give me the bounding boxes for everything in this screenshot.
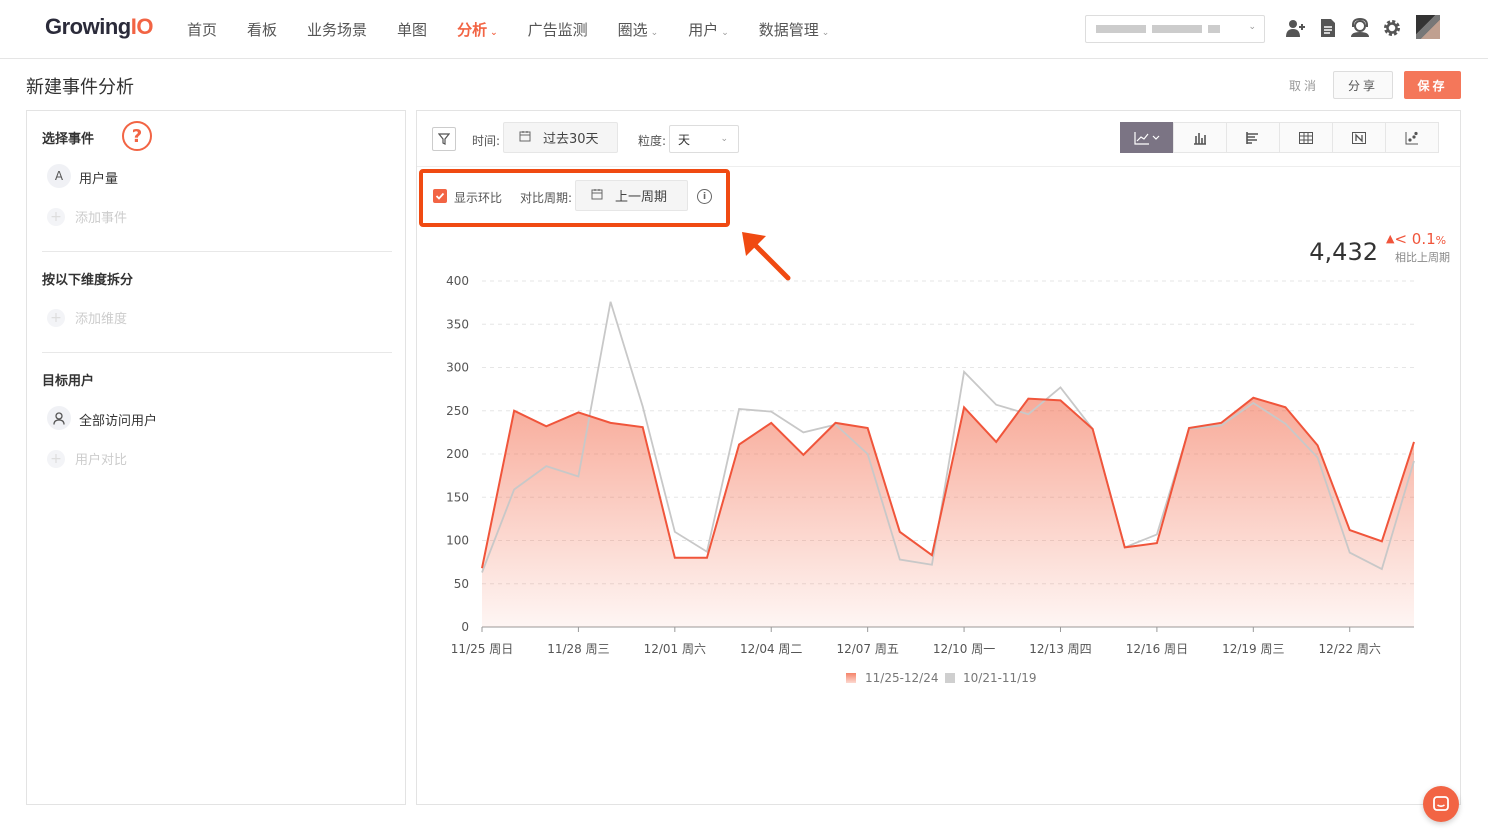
number-icon[interactable] (1332, 122, 1386, 153)
nav-item[interactable]: 数据管理 ⌄ (759, 19, 830, 40)
chevron-down-icon: ⌄ (720, 134, 728, 144)
chevron-down-icon: ⌄ (821, 27, 830, 38)
nav-item[interactable]: 圈选 ⌄ (618, 19, 659, 40)
granularity-select[interactable]: 天 ⌄ (669, 125, 739, 153)
time-label: 时间: (472, 134, 501, 148)
share-button[interactable]: 分享 (1333, 71, 1393, 99)
x-tick-label: 12/07 周五 (836, 642, 898, 656)
line-area-chart: 0 50 100 150 200 250 300 350 400 11/25 周日 11/28 周三… (446, 274, 1415, 685)
avatar[interactable] (1416, 15, 1440, 39)
legend-swatch-current (846, 673, 856, 683)
nav-item[interactable]: 单图 (397, 19, 427, 40)
dimension-section-title: 按以下维度拆分 (42, 273, 134, 288)
horizontal-bar-icon[interactable] (1226, 122, 1280, 153)
y-tick-label: 0 (461, 620, 469, 634)
chevron-down-icon: ⌄ (490, 27, 498, 38)
plus-icon: + (47, 449, 65, 468)
page-title: 新建事件分析 (26, 77, 134, 98)
time-range-picker[interactable]: 过去30天 (503, 122, 618, 153)
chart-type-switcher (1120, 122, 1439, 153)
target-section-title: 目标用户 (42, 374, 95, 389)
line-chart-icon[interactable] (1120, 122, 1174, 153)
x-tick-label: 12/04 周二 (740, 642, 802, 656)
nav-item[interactable]: 业务场景 (307, 19, 367, 40)
main-nav: 首页 看板 业务场景 单图 分析 ⌄ 广告监测 圈选 ⌄ 用户 ⌄ 数据管理 ⌄ (187, 0, 859, 58)
x-tick-label: 11/25 周日 (451, 642, 513, 656)
y-tick-label: 400 (446, 274, 469, 288)
chart-toolbar: 时间: 过去30天 粒度: 天 ⌄ (417, 111, 1460, 167)
bar-chart-icon[interactable] (1173, 122, 1227, 153)
help-icon[interactable]: ? (122, 121, 152, 151)
annotation-highlight-box (419, 169, 730, 227)
save-button[interactable]: 保存 (1404, 71, 1461, 99)
y-tick-label: 250 (446, 404, 469, 418)
gear-icon[interactable] (1380, 16, 1404, 40)
chevron-down-icon: ⌄ (721, 27, 729, 38)
y-tick-label: 300 (446, 361, 469, 375)
cancel-button[interactable]: 取消 (1282, 71, 1326, 99)
chevron-down-icon: ⌄ (1248, 22, 1256, 32)
user-compare-button[interactable]: + 用户对比 (47, 449, 127, 468)
target-user[interactable]: 全部访问用户 (79, 410, 157, 429)
divider (42, 251, 392, 252)
x-tick-label: 11/28 周三 (547, 642, 609, 656)
plus-icon: + (47, 207, 65, 226)
current-series-area (482, 397, 1414, 627)
legend-label-current: 11/25-12/24 (865, 671, 939, 685)
delta-value: ▲< 0.1% (1386, 230, 1447, 248)
y-tick-label: 200 (446, 447, 469, 461)
x-tick-label: 12/16 周日 (1126, 642, 1188, 656)
plus-icon: + (47, 308, 65, 327)
query-config-panel: 选择事件 ? A 用户量 + 添加事件 按以下维度拆分 + 添加维度 目标用户 全部… (26, 110, 406, 805)
granularity-label: 粒度: (638, 134, 667, 148)
project-selector[interactable]: ⌄ (1085, 15, 1265, 43)
legend-label-previous: 10/21-11/19 (963, 671, 1037, 685)
document-icon[interactable] (1316, 16, 1340, 40)
support-icon[interactable] (1348, 16, 1372, 40)
nav-item[interactable]: 用户 ⌄ (688, 19, 729, 40)
y-tick-label: 100 (446, 534, 469, 548)
growingio-logo[interactable]: GrowingIO (45, 14, 153, 40)
add-dimension-button[interactable]: + 添加维度 (47, 308, 127, 327)
x-tick-label: 12/22 周六 (1319, 642, 1381, 656)
event-name[interactable]: 用户量 (79, 168, 118, 187)
nav-item[interactable]: 广告监测 (528, 19, 588, 40)
x-tick-label: 12/10 周一 (933, 642, 995, 656)
add-user-icon[interactable] (1284, 16, 1308, 40)
nav-item[interactable]: 分析 ⌄ (457, 19, 498, 40)
nav-item[interactable]: 首页 (187, 19, 217, 40)
add-event-button[interactable]: + 添加事件 (47, 207, 127, 226)
user-icon (47, 406, 71, 430)
nav-item[interactable]: 看板 (247, 19, 277, 40)
x-tick-label: 12/19 周三 (1222, 642, 1284, 656)
chat-support-button[interactable] (1423, 786, 1459, 822)
event-badge: A (47, 164, 71, 188)
top-navigation-bar: GrowingIO 首页 看板 业务场景 单图 分析 ⌄ 广告监测 圈选 ⌄ 用户 ⌄ 数据管理 ⌄ ⌄ (0, 0, 1488, 59)
scatter-icon[interactable] (1385, 122, 1439, 153)
y-tick-label: 50 (454, 577, 469, 591)
y-tick-label: 150 (446, 490, 469, 504)
events-section-title: 选择事件 (42, 132, 95, 147)
legend-swatch-previous (945, 673, 955, 683)
x-tick-label: 12/13 周四 (1029, 642, 1091, 656)
y-tick-label: 350 (446, 317, 469, 331)
divider (42, 352, 392, 353)
table-icon[interactable] (1279, 122, 1333, 153)
x-tick-label: 12/01 周六 (644, 642, 706, 656)
calendar-icon (519, 130, 531, 146)
filter-icon[interactable] (432, 127, 456, 151)
chevron-down-icon: ⌄ (650, 27, 659, 38)
